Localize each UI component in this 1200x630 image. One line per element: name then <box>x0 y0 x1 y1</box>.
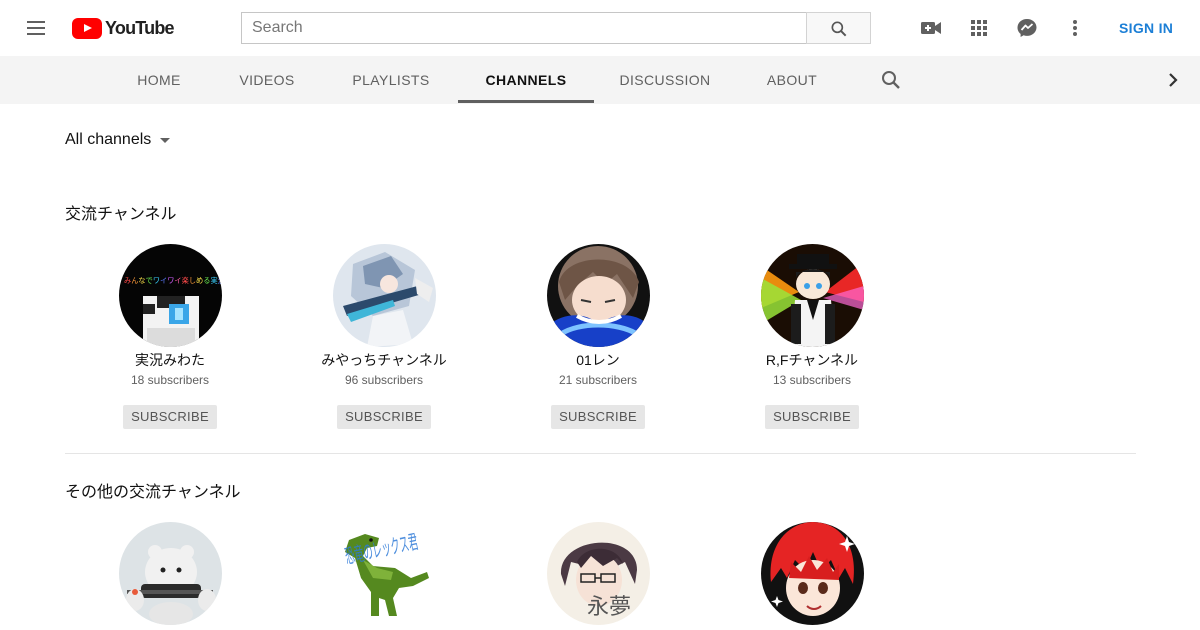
active-tab-indicator <box>458 100 594 103</box>
search-box <box>241 12 807 44</box>
channel-name[interactable]: R,Fチャンネル <box>705 351 919 369</box>
channel-name[interactable]: 01レン <box>491 351 705 369</box>
filter-label: All channels <box>65 131 152 148</box>
channel-search-icon[interactable] <box>879 68 903 92</box>
channel-avatar[interactable] <box>118 522 222 625</box>
section-divider <box>65 453 1136 454</box>
caret-down-icon <box>160 137 171 143</box>
channel-card <box>705 522 919 625</box>
tab-discussion[interactable]: DISCUSSION <box>610 56 720 104</box>
apps-grid-icon[interactable] <box>967 16 991 40</box>
search-button[interactable] <box>806 12 871 44</box>
channel-avatar[interactable] <box>546 244 650 347</box>
subscribe-button[interactable]: SUBSCRIBE <box>765 405 859 429</box>
tab-videos[interactable]: VIDEOS <box>224 56 310 104</box>
channel-tab-bar: HOME VIDEOS PLAYLISTS CHANNELS DISCUSSIO… <box>0 56 1200 104</box>
subscriber-count: 18 subscribers <box>130 373 210 387</box>
subscriber-count: 96 subscribers <box>344 373 424 387</box>
youtube-logo[interactable]: YouTube <box>72 17 175 39</box>
channel-avatar[interactable] <box>760 244 864 347</box>
channel-card: 01レン 21 subscribers SUBSCRIBE <box>491 244 705 429</box>
channel-card: みやっちチャンネル 96 subscribers SUBSCRIBE <box>277 244 491 429</box>
video-camera-icon[interactable] <box>919 16 943 40</box>
channel-name[interactable]: みやっちチャンネル <box>277 351 491 369</box>
channel-avatar[interactable]: 永夢 <box>546 522 650 625</box>
menu-icon[interactable] <box>24 18 48 38</box>
subscriber-count: 21 subscribers <box>558 373 638 387</box>
channel-card: みんなでワイワイ楽しめる実況 実況みわた 18 subscribers SUBS… <box>63 244 277 429</box>
subscriber-count: 13 subscribers <box>772 373 852 387</box>
messages-icon[interactable] <box>1015 16 1039 40</box>
channel-avatar[interactable] <box>332 244 436 347</box>
masthead: YouTube SIGN IN <box>0 0 1200 56</box>
tab-channels[interactable]: CHANNELS <box>458 56 594 104</box>
channel-avatar[interactable]: 恐竜のレックス君 <box>332 522 436 625</box>
logo-text: YouTube <box>105 17 175 38</box>
tab-about[interactable]: ABOUT <box>752 56 832 104</box>
tab-home[interactable]: HOME <box>118 56 200 104</box>
channel-card: 恐竜のレックス君 <box>277 522 491 625</box>
channel-name[interactable]: 実況みわた <box>63 351 277 369</box>
subscribe-button[interactable]: SUBSCRIBE <box>123 405 217 429</box>
avatar-text-title: 永夢 <box>587 595 631 620</box>
chevron-right-icon[interactable] <box>1161 68 1185 92</box>
channel-avatar[interactable]: みんなでワイワイ楽しめる実況 <box>118 244 222 347</box>
youtube-play-icon <box>72 17 102 39</box>
channel-card: 永夢 <box>491 522 705 625</box>
search-icon <box>831 21 847 37</box>
channel-card <box>63 522 277 625</box>
subscribe-button[interactable]: SUBSCRIBE <box>551 405 645 429</box>
channels-filter-dropdown[interactable]: All channels <box>65 129 171 151</box>
more-vert-icon[interactable] <box>1063 16 1087 40</box>
channel-card: R,Fチャンネル 13 subscribers SUBSCRIBE <box>705 244 919 429</box>
channel-avatar[interactable] <box>760 522 864 625</box>
section-title-featured: 交流チャンネル <box>65 206 177 223</box>
sign-in-button[interactable]: SIGN IN <box>1105 12 1187 44</box>
section-title-other: その他の交流チャンネル <box>65 484 241 501</box>
subscribe-button[interactable]: SUBSCRIBE <box>337 405 431 429</box>
search-input[interactable] <box>242 13 806 43</box>
svg-text:みんなでワイワイ楽しめる実況: みんなでワイワイ楽しめる実況 <box>124 276 222 285</box>
tab-playlists[interactable]: PLAYLISTS <box>338 56 444 104</box>
